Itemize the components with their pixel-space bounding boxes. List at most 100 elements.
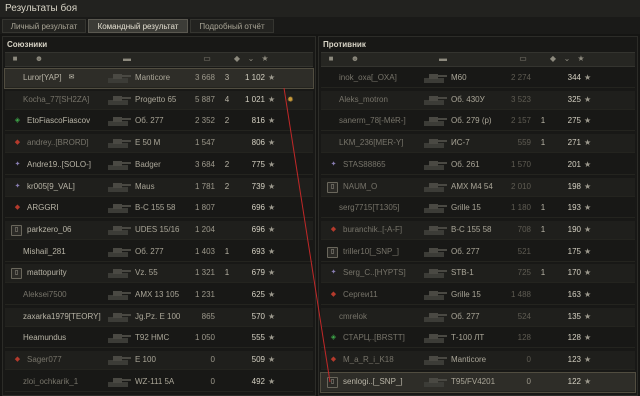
- experience-value: 555: [251, 333, 265, 343]
- player-name[interactable]: parkzero_06: [27, 225, 105, 235]
- player-name[interactable]: mattopurity: [27, 268, 105, 278]
- player-row[interactable]: Aleks_motron Об. 430У 3 523 325 ★: [321, 90, 635, 110]
- sort-chevron-icon[interactable]: ⌄: [245, 54, 257, 64]
- kills-icon[interactable]: ◆: [231, 54, 243, 64]
- tank-name: Manticore: [135, 73, 171, 82]
- player-name[interactable]: Aleksei7500: [23, 290, 101, 300]
- tab-team-result[interactable]: Командный результат: [88, 19, 188, 33]
- damage-value: 1 570: [510, 159, 531, 169]
- player-row[interactable]: ▯ mattopurity Vz. 55 1 321 1 679 ★: [5, 264, 313, 284]
- player-name[interactable]: buranchik..[-A-F]: [343, 225, 421, 235]
- player-name[interactable]: serg7715[T1305]: [339, 203, 417, 213]
- player-name[interactable]: triller10[_SNP_]: [343, 247, 421, 257]
- player-name[interactable]: sanerm_78[-MёR-]: [339, 116, 417, 126]
- player-row[interactable]: ▯ parkzero_06 UDES 15/16 1 204 696 ★: [5, 220, 313, 240]
- player-row[interactable]: ◆ andrey..[BRORD] E 50 M 1 547 806 ★: [5, 134, 313, 154]
- sort-chevron-icon[interactable]: ⌄: [561, 54, 573, 64]
- tank-icon[interactable]: ▬: [121, 54, 133, 64]
- player-name[interactable]: EtoFiascoFiascov: [27, 116, 105, 126]
- experience-value: 271: [567, 138, 581, 148]
- tank-icon[interactable]: ▬: [437, 54, 449, 64]
- experience-value: 275: [567, 116, 581, 126]
- player-name[interactable]: cmrelok: [339, 312, 417, 322]
- player-row[interactable]: sanerm_78[-MёR-] Об. 279 (р) 2 157 1 275 ★: [321, 112, 635, 132]
- player-row[interactable]: ◆ Сергеи11 Grille 15 1 488 163 ★: [321, 286, 635, 305]
- player-row[interactable]: ✦ Serg_C..[HYPTS] STB-1 725 1 170 ★: [321, 264, 635, 284]
- player-name[interactable]: NAUM_O: [343, 182, 421, 192]
- player-icon[interactable]: ☻: [33, 54, 45, 64]
- tank-name: Об. 277: [451, 246, 480, 256]
- player-name[interactable]: Andre19..[SOLO-]: [27, 160, 105, 170]
- player-row[interactable]: Aleksei7500 AMX 13 105 1 231 625 ★: [5, 286, 313, 305]
- damage-icon[interactable]: ▭: [201, 54, 213, 64]
- player-name[interactable]: СТАРЦ..[BRSTT]: [343, 333, 421, 343]
- player-row[interactable]: Kocha_77[SH2ZA] Progetto 65 5 887 4 1 021 ★ ✹: [5, 90, 313, 110]
- player-icon[interactable]: ☻: [349, 54, 361, 64]
- player-name[interactable]: Kocha_77[SH2ZA]: [23, 95, 101, 105]
- player-row[interactable]: ✦ STAS88865 Об. 261 1 570 201 ★: [321, 156, 635, 175]
- player-name[interactable]: STAS88865: [343, 160, 421, 170]
- kills-value: 1: [224, 268, 230, 278]
- player-name[interactable]: Serg_C..[HYPTS]: [343, 268, 421, 278]
- player-row[interactable]: ▯ NAUM_O AMX M4 54 2 010 198 ★: [321, 177, 635, 197]
- player-row[interactable]: ▯ triller10[_SNP_] Об. 277 521 175 ★: [321, 243, 635, 262]
- player-name[interactable]: LKM_236[MER-Y]: [339, 138, 417, 148]
- kills-value: [537, 312, 549, 322]
- damage-icon[interactable]: ▭: [517, 54, 529, 64]
- player-row[interactable]: ✦ kr005[9_VAL] Maus 1 781 2 739 ★: [5, 177, 313, 197]
- player-name[interactable]: Sager077: [27, 355, 105, 365]
- window-titlebar: Результаты боя: [0, 0, 640, 18]
- player-row[interactable]: Heamundus T92 HMC 1 050 555 ★: [5, 329, 313, 349]
- player-row[interactable]: ▯ senlogi..[_SNP_] T95/FV4201 0 122 ★: [320, 371, 636, 393]
- flag-icon[interactable]: ■: [9, 54, 21, 64]
- player-name[interactable]: Heamundus: [23, 333, 101, 343]
- player-name[interactable]: zaxarka1979[TEORY]: [23, 312, 101, 322]
- player-row[interactable]: inok_oxa[_OXA] M60 2 274 344 ★: [321, 69, 635, 88]
- experience-value: 175: [567, 246, 581, 256]
- damage-value: 725: [517, 268, 531, 278]
- player-name[interactable]: Mishail_281: [23, 247, 101, 257]
- player-name[interactable]: M_a_R_i_K18: [343, 355, 421, 365]
- experience-star-icon[interactable]: ★: [575, 54, 587, 64]
- player-name[interactable]: ARGGRI: [27, 203, 105, 213]
- tab-detailed-report[interactable]: Подробный отчёт: [190, 19, 274, 33]
- kills-icon[interactable]: ◆: [547, 54, 559, 64]
- flag-icon[interactable]: ■: [325, 54, 337, 64]
- tank-name: E 100: [135, 355, 156, 365]
- tank-name: E 50 M: [135, 138, 161, 148]
- player-row[interactable]: ◈ СТАРЦ..[BRSTT] Т-100 ЛТ 128 128 ★: [321, 329, 635, 349]
- tank-name: STB-1: [451, 268, 474, 278]
- player-row[interactable]: serg7715[T1305] Grille 15 1 180 1 193 ★: [321, 199, 635, 219]
- experience-value: 570: [251, 311, 265, 321]
- player-row[interactable]: ◆ buranchik..[-A-F] B-C 155 58 708 1 190 ★: [321, 220, 635, 240]
- player-name[interactable]: kr005[9_VAL]: [27, 182, 105, 192]
- experience-star-icon[interactable]: ★: [259, 54, 271, 64]
- player-row[interactable]: cmrelok Об. 277 524 135 ★: [321, 307, 635, 327]
- player-row[interactable]: ◆ ARGGRI B-C 155 58 1 807 696 ★: [5, 199, 313, 219]
- kills-value: [221, 333, 233, 343]
- damage-value: 1 403: [194, 246, 215, 256]
- player-row[interactable]: ◆ Sager077 E 100 0 509 ★: [5, 351, 313, 371]
- player-name[interactable]: Aleks_motron: [339, 95, 417, 105]
- tab-personal-result[interactable]: Личный результат: [2, 19, 86, 33]
- tank-silhouette-icon: [105, 93, 131, 107]
- player-row[interactable]: ✉ Luror[YAP] Manticore 3 668 3 1 102 ★: [4, 68, 314, 89]
- star-icon: ★: [584, 94, 592, 104]
- player-row[interactable]: ✦ Andre19..[SOLO-] Badger 3 684 2 775 ★: [5, 156, 313, 175]
- experience-value: 509: [251, 355, 265, 365]
- player-name[interactable]: inok_oxa[_OXA]: [339, 73, 417, 83]
- tank-silhouette-icon: [421, 331, 447, 345]
- player-name[interactable]: Сергеи11: [343, 290, 421, 300]
- player-row[interactable]: LKM_236[MER-Y] ИС-7 559 1 271 ★: [321, 134, 635, 154]
- player-name[interactable]: senlogi..[_SNP_]: [343, 377, 421, 387]
- player-row[interactable]: Mishail_281 Об. 277 1 403 1 693 ★: [5, 243, 313, 262]
- player-name[interactable]: zloi_ochkarik_1: [23, 377, 101, 387]
- player-row[interactable]: zaxarka1979[TEORY] Jg.Pz. E 100 865 570 ★: [5, 307, 313, 327]
- player-name[interactable]: Luror[YAP]: [23, 73, 101, 83]
- player-row[interactable]: ◆ M_a_R_i_K18 Manticore 0 123 ★: [321, 351, 635, 371]
- player-row[interactable]: ◈ EtoFiascoFiascov Об. 277 2 352 2 816 ★: [5, 112, 313, 132]
- player-name[interactable]: andrey..[BRORD]: [27, 138, 105, 148]
- player-row[interactable]: zloi_ochkarik_1 WZ-111 5A 0 492 ★: [5, 373, 313, 392]
- clan-emblem-icon: ▯: [11, 268, 22, 280]
- kills-value: 1: [540, 203, 546, 213]
